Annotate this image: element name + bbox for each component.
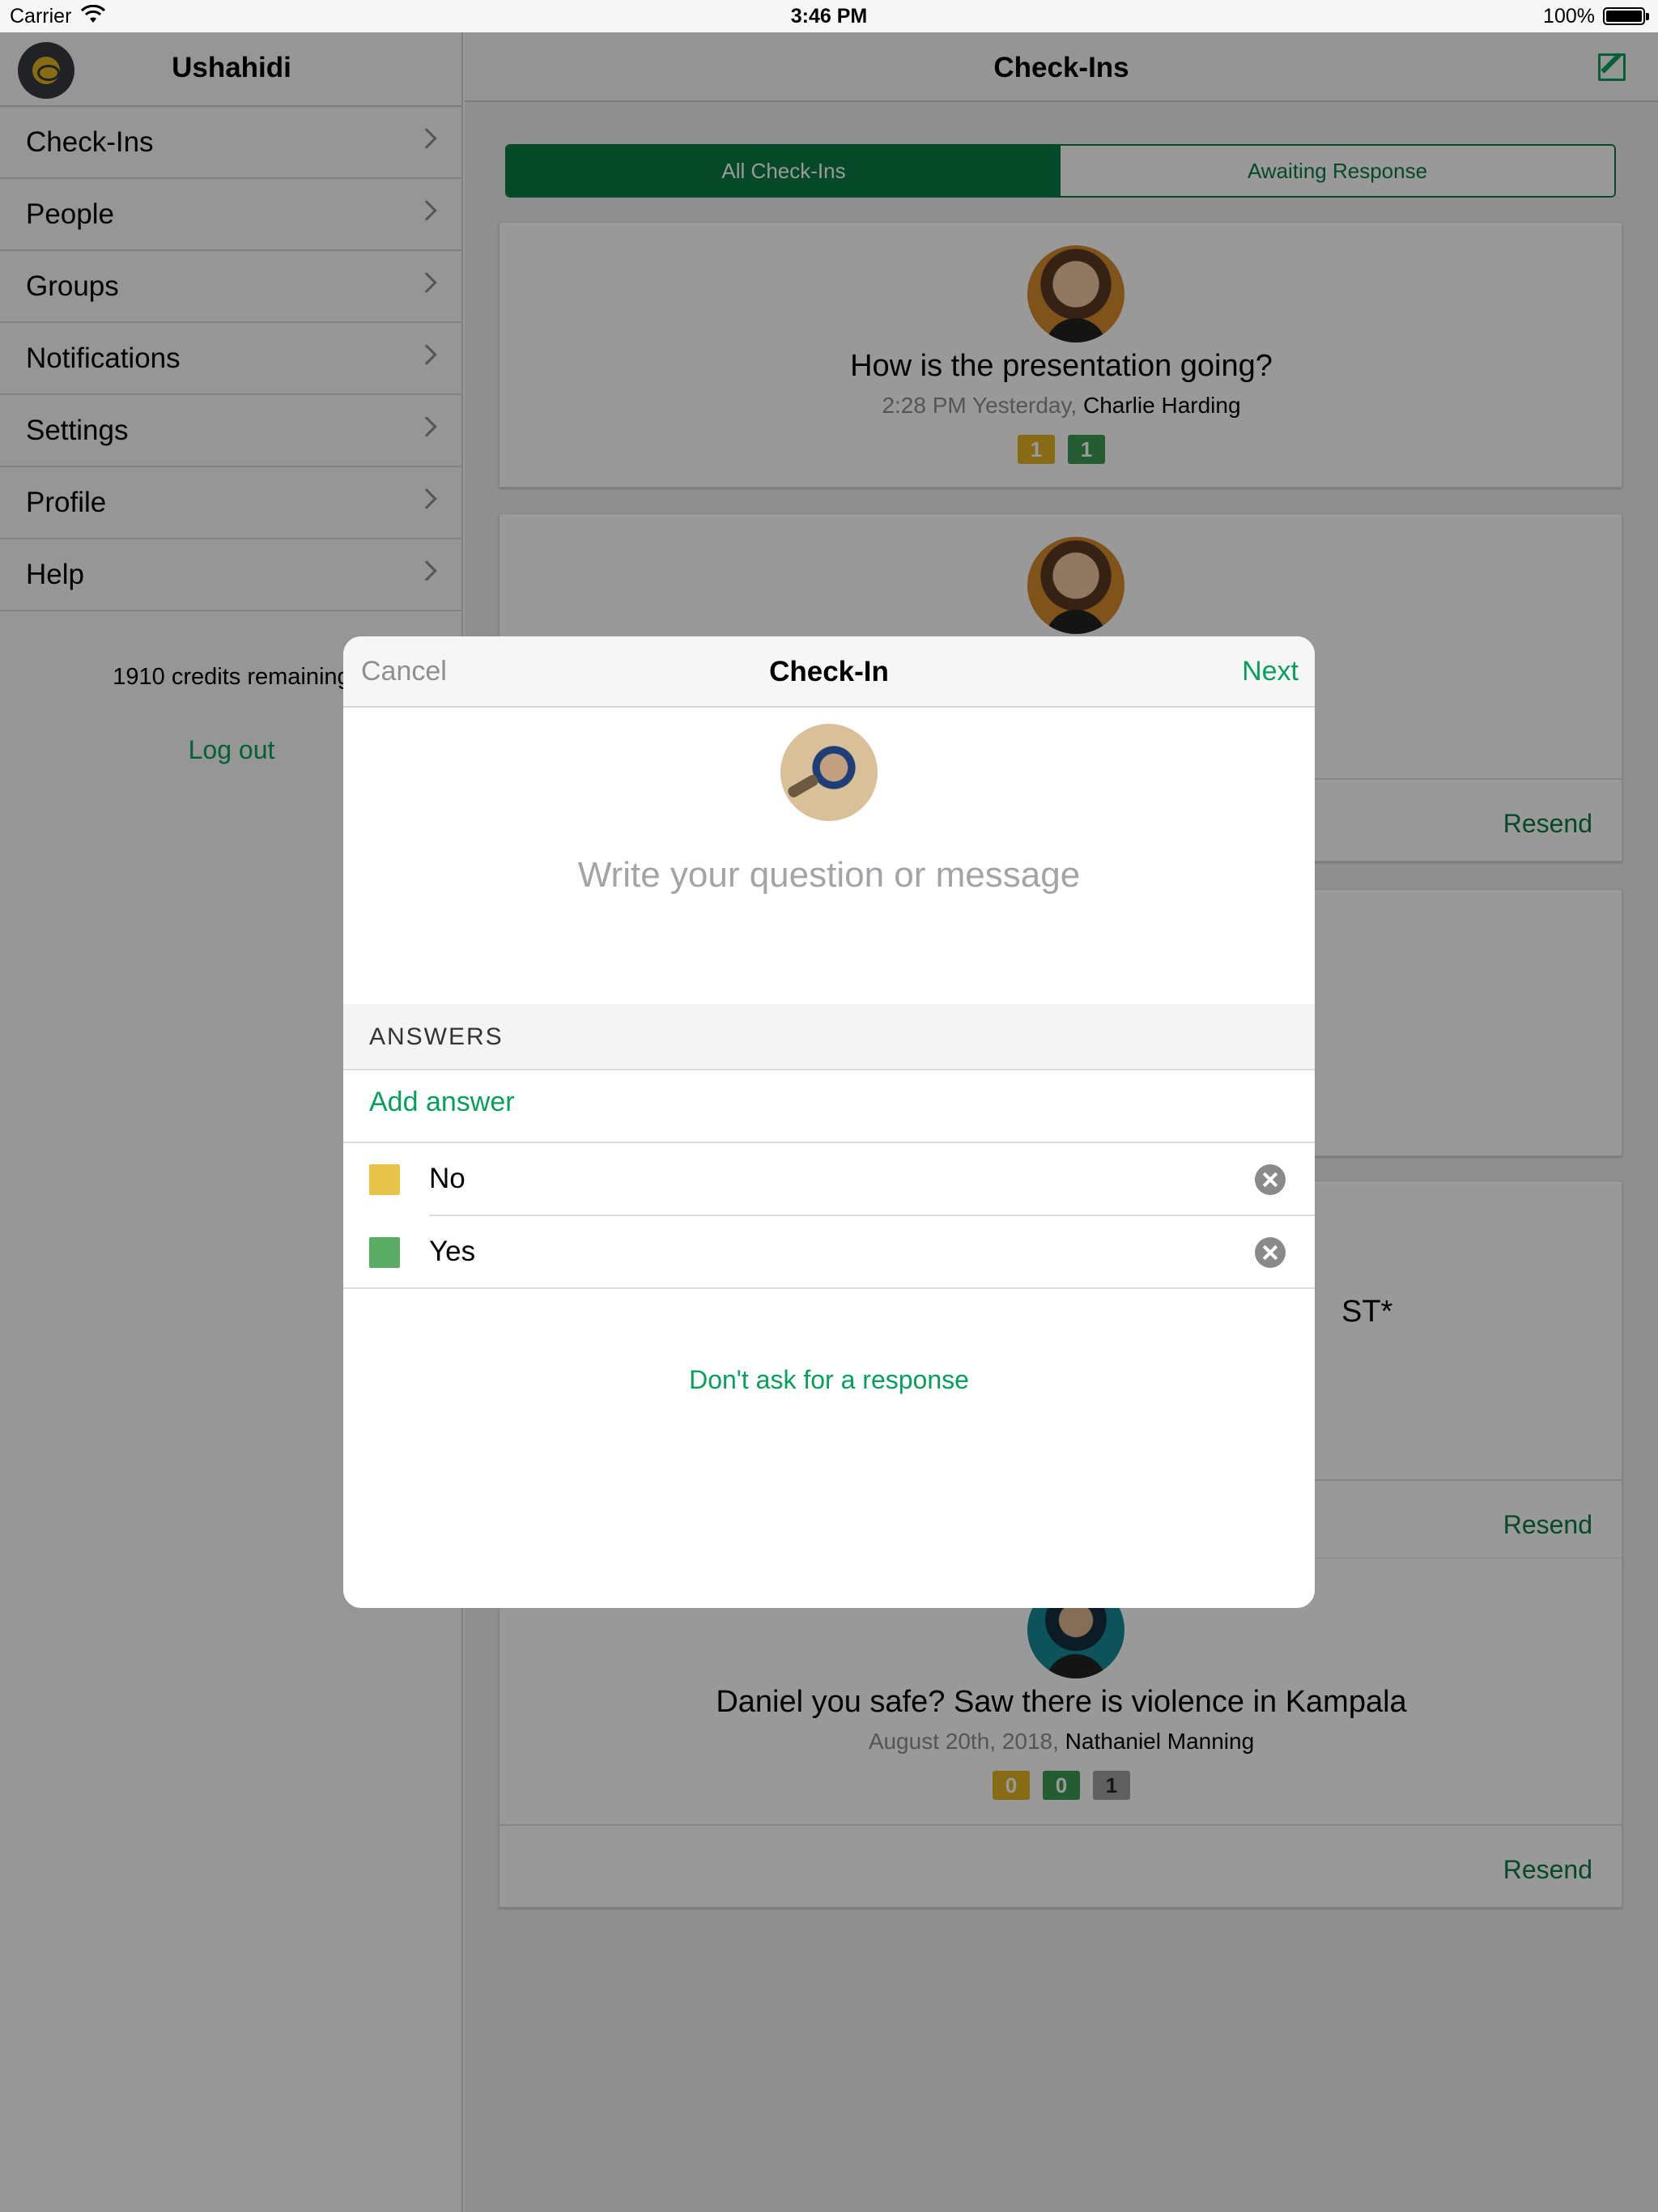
status-bar: Carrier 3:46 PM 100%: [0, 0, 1658, 32]
modal-title: Check-In: [769, 656, 889, 687]
next-button[interactable]: Next: [1242, 656, 1299, 687]
answer-label[interactable]: Yes: [429, 1236, 475, 1268]
answer-color-swatch[interactable]: [369, 1237, 400, 1268]
answer-row[interactable]: Yes: [343, 1216, 1315, 1287]
answers-section-header: ANSWERS: [343, 1004, 1315, 1070]
battery-icon: [1603, 7, 1649, 25]
dont-ask-response-button[interactable]: Don't ask for a response: [343, 1365, 1315, 1395]
modal-header: Cancel Check-In Next: [343, 636, 1315, 708]
message-input[interactable]: Write your question or message: [343, 855, 1315, 895]
answer-label[interactable]: No: [429, 1163, 466, 1195]
divider: [343, 1287, 1315, 1289]
answer-row[interactable]: No: [343, 1143, 1315, 1214]
remove-answer-icon[interactable]: [1255, 1237, 1286, 1268]
avatar: [780, 724, 878, 821]
clock: 3:46 PM: [790, 5, 868, 28]
remove-answer-icon[interactable]: [1255, 1164, 1286, 1195]
check-in-modal: Cancel Check-In Next Write your question…: [343, 636, 1315, 1608]
answers-header-label: ANSWERS: [369, 1023, 504, 1050]
answer-color-swatch[interactable]: [369, 1164, 400, 1195]
add-answer-button[interactable]: Add answer: [369, 1087, 515, 1118]
battery-percent: 100%: [1543, 5, 1595, 28]
